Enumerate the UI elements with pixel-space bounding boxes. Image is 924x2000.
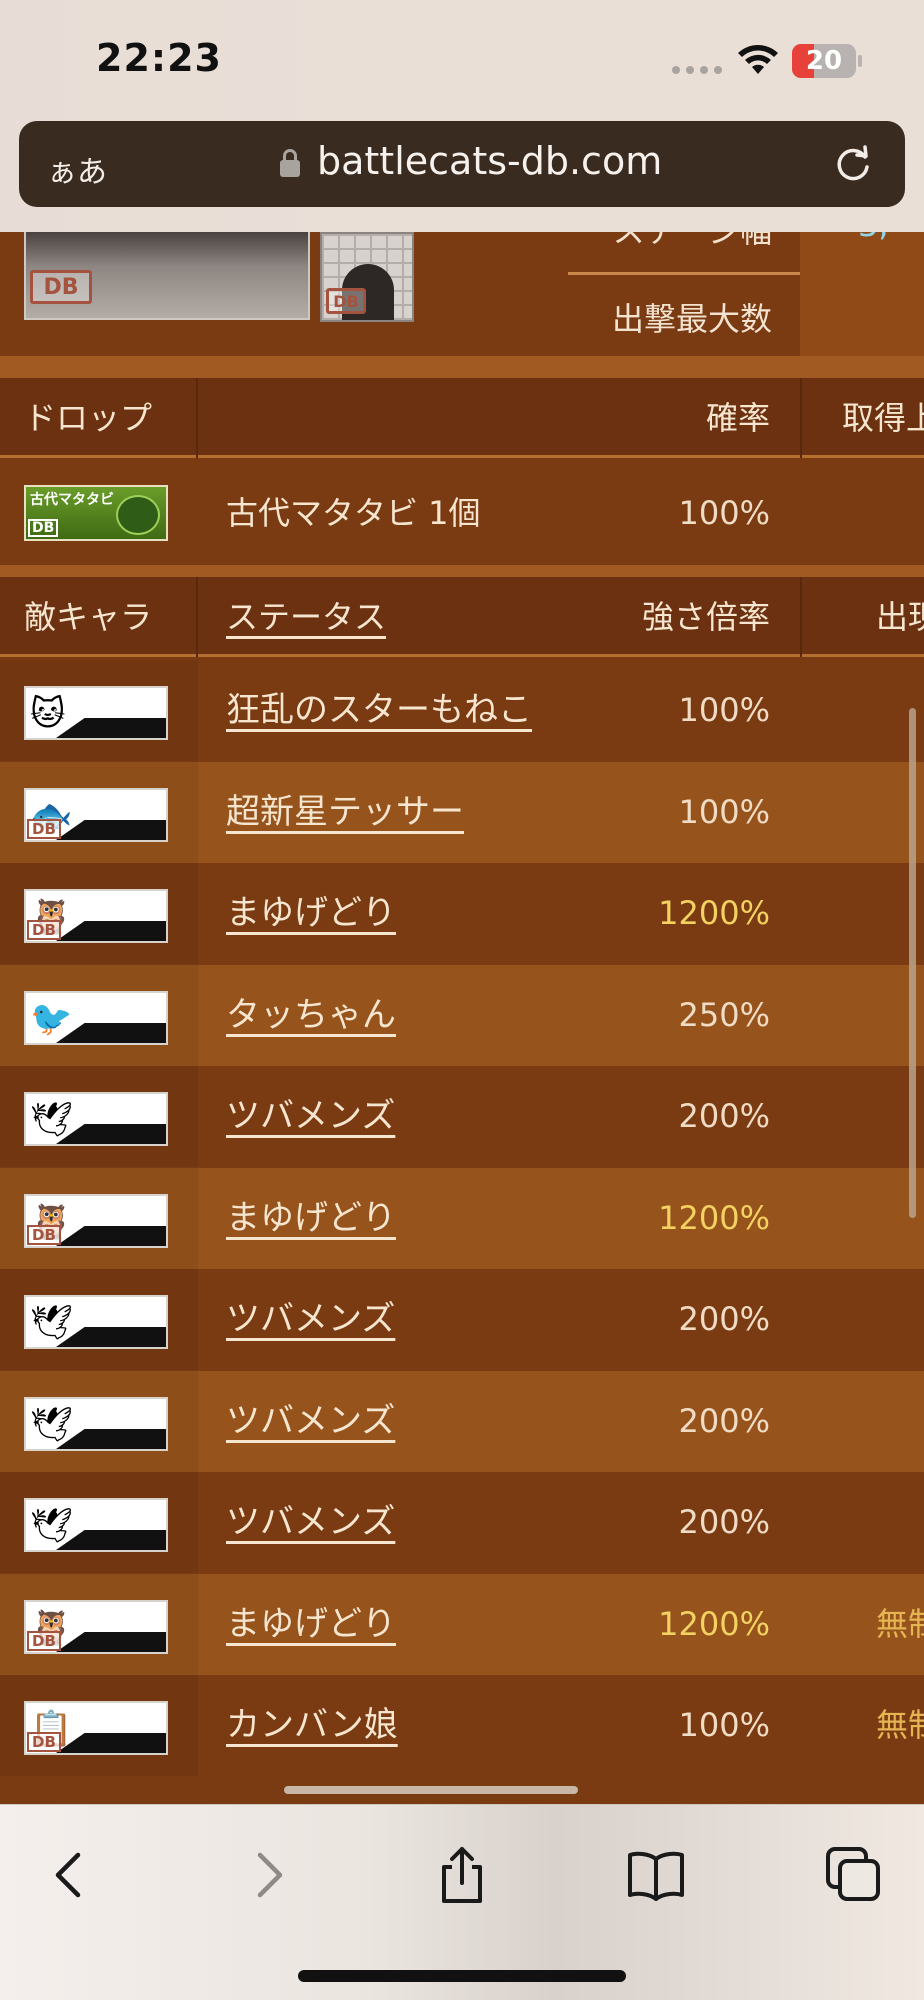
strength-multiplier: 100%: [678, 1706, 770, 1744]
enemy-table-header: 敵キャラ ステータス 強さ倍率 出現: [0, 577, 924, 657]
table-row: 🦉 DB まゆげどり 1200%: [0, 1168, 924, 1269]
appearance-limit: 無制: [876, 1706, 924, 1744]
max-sorties-label: 出撃最大数: [611, 300, 772, 338]
swallow-icon: 🕊: [24, 1092, 168, 1146]
bookmarks-icon[interactable]: [626, 1845, 686, 1905]
back-icon[interactable]: [40, 1845, 100, 1905]
table-row: 🕊 ツバメンズ 200%: [0, 1066, 924, 1167]
table-row: 🕊 ツバメンズ 200%: [0, 1472, 924, 1573]
strength-multiplier: 100%: [678, 793, 770, 831]
page-grabber: [284, 1786, 578, 1794]
drop-probability: 100%: [678, 494, 770, 532]
reload-icon[interactable]: [831, 143, 875, 187]
col-enemy: 敵キャラ: [24, 598, 153, 636]
reader-settings-button[interactable]: ぁあ: [47, 147, 107, 191]
owl-icon: 🦉 DB: [24, 1194, 168, 1248]
enemy-name-link[interactable]: ツバメンズ: [226, 1371, 395, 1472]
battery-level: 20: [805, 46, 843, 76]
strength-multiplier: 100%: [678, 691, 770, 729]
signboard-icon: 📋 DB: [24, 1701, 168, 1755]
strength-multiplier: 250%: [678, 996, 770, 1034]
col-probability: 確率: [705, 399, 770, 437]
scrollbar[interactable]: [909, 708, 916, 1218]
strength-multiplier: 1200%: [658, 894, 770, 932]
swallow-icon: 🕊: [24, 1397, 168, 1451]
enemy-name-link[interactable]: まゆげどり: [226, 1168, 396, 1269]
enemy-name-link[interactable]: ツバメンズ: [226, 1066, 395, 1167]
enemy-name-link[interactable]: まゆげどり: [226, 863, 396, 964]
status-bar: 22:23 20: [0, 0, 924, 116]
strength-multiplier: 200%: [678, 1402, 770, 1440]
cellular-signal-icon: [672, 66, 724, 74]
tabs-icon[interactable]: [824, 1845, 884, 1905]
strength-multiplier: 1200%: [658, 1199, 770, 1237]
table-row: 🐦 タッちゃん 250%: [0, 965, 924, 1066]
drop-item-name: 古代マタタビ 1個: [226, 494, 481, 532]
wifi-icon: [738, 45, 778, 74]
col-status-link[interactable]: ステータス: [226, 577, 386, 657]
stage-info: DB DB ステージ幅 出撃最大数 3,: [0, 232, 924, 356]
status-time: 22:23: [96, 36, 222, 80]
enemy-castle-image: DB: [320, 232, 414, 322]
col-strength: 強さ倍率: [641, 598, 770, 636]
stage-background-image: DB: [24, 232, 310, 320]
col-appearance: 出現: [876, 598, 924, 636]
matatabi-icon: 古代マタタビ DB: [24, 485, 168, 541]
browser-chrome: 22:23 20 ぁあ battlecats-db.com: [0, 0, 924, 232]
col-drop: ドロップ: [24, 399, 153, 437]
table-row: 🐱 狂乱のスターもねこ 100%: [0, 660, 924, 761]
enemy-name-link[interactable]: 狂乱のスターもねこ: [226, 660, 532, 761]
enemy-name-link[interactable]: タッちゃん: [226, 965, 396, 1066]
enemy-name-link[interactable]: ツバメンズ: [226, 1472, 395, 1573]
battery-icon: 20: [792, 44, 856, 78]
db-badge: DB: [30, 270, 92, 304]
table-row: 🦉 DB まゆげどり 1200%: [0, 863, 924, 964]
bird-icon: 🐦: [24, 991, 168, 1045]
drop-table-header: ドロップ 確率 取得上: [0, 378, 924, 458]
home-indicator: [298, 1970, 626, 1982]
url-domain[interactable]: battlecats-db.com: [317, 139, 662, 183]
swallow-icon: 🕊: [24, 1498, 168, 1552]
forward-icon[interactable]: [238, 1845, 298, 1905]
share-icon[interactable]: [432, 1845, 492, 1905]
enemy-name-link[interactable]: カンバン娘: [226, 1675, 398, 1776]
strength-multiplier: 200%: [678, 1097, 770, 1135]
table-row: 🐟 DB 超新星テッサー 100%: [0, 762, 924, 863]
strength-multiplier: 200%: [678, 1503, 770, 1541]
fish-icon: 🐟 DB: [24, 788, 168, 842]
appearance-limit: 無制: [876, 1605, 924, 1643]
table-row: 🦉DB まゆげどり 1200% 無制: [0, 1574, 924, 1675]
lock-icon: [280, 149, 300, 179]
stage-width-value: 3,: [858, 232, 889, 244]
table-row: 📋DB カンバン娘 100% 無制: [0, 1675, 924, 1776]
drop-row: 古代マタタビ DB 古代マタタビ 1個 100%: [0, 461, 924, 565]
owl-icon: 🦉 DB: [24, 889, 168, 943]
enemy-name-link[interactable]: 超新星テッサー: [226, 762, 464, 863]
page-content[interactable]: DB DB ステージ幅 出撃最大数 3, ドロップ 確率 取得上 古代マタタビ …: [0, 232, 924, 1804]
enemy-name-link[interactable]: まゆげどり: [226, 1574, 396, 1675]
owl-icon: 🦉 DB: [24, 1600, 168, 1654]
table-row: 🕊 ツバメンズ 200%: [0, 1371, 924, 1472]
strength-multiplier: 200%: [678, 1300, 770, 1338]
strength-multiplier: 1200%: [658, 1605, 770, 1643]
swallow-icon: 🕊: [24, 1295, 168, 1349]
col-acquire-limit: 取得上: [842, 399, 924, 437]
enemy-name-link[interactable]: ツバメンズ: [226, 1269, 395, 1370]
table-row: 🕊 ツバメンズ 200%: [0, 1269, 924, 1370]
cat-star-icon: 🐱: [24, 686, 168, 740]
stage-width-label: ステージ幅: [613, 232, 772, 252]
address-bar[interactable]: ぁあ battlecats-db.com: [19, 121, 905, 207]
